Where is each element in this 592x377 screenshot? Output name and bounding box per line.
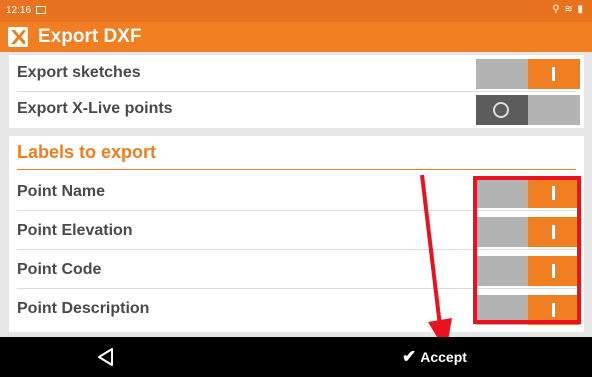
export-sketches-label: Export sketches [17, 64, 141, 81]
accept-label: Accept [420, 349, 467, 365]
back-triangle-icon[interactable] [94, 345, 118, 369]
export-xlive-row: Export X-Live points [9, 91, 584, 129]
section-divider [17, 169, 576, 170]
export-sketches-row: Export sketches [9, 55, 584, 93]
point-description-label: Point Description [17, 300, 150, 317]
export-xlive-toggle[interactable] [476, 95, 580, 125]
export-sketches-toggle[interactable] [476, 59, 580, 89]
export-options-card: Export sketches Export X-Live points [9, 55, 584, 128]
system-status-icons: ⚲ ≋ ▮ [552, 4, 584, 15]
point-code-label: Point Code [17, 261, 102, 278]
annotation-highlight-box [473, 176, 581, 324]
checkmark-icon: ✔ [402, 347, 417, 366]
status-bar: 12:16 ⚲ ≋ ▮ [0, 0, 592, 22]
point-elevation-label: Point Elevation [17, 222, 133, 239]
status-time: 12:16 [6, 5, 32, 16]
nav-bar: ✔ Accept [0, 337, 592, 377]
labels-section-title: Labels to export [17, 142, 157, 162]
point-name-label: Point Name [17, 183, 106, 200]
page-title: Export DXF [38, 26, 142, 47]
notification-icon [36, 6, 46, 14]
app-bar: Export DXF [0, 22, 592, 52]
accept-button[interactable]: ✔ Accept [402, 346, 467, 368]
export-xlive-label: Export X-Live points [17, 100, 173, 117]
x-logo-icon [8, 27, 28, 47]
